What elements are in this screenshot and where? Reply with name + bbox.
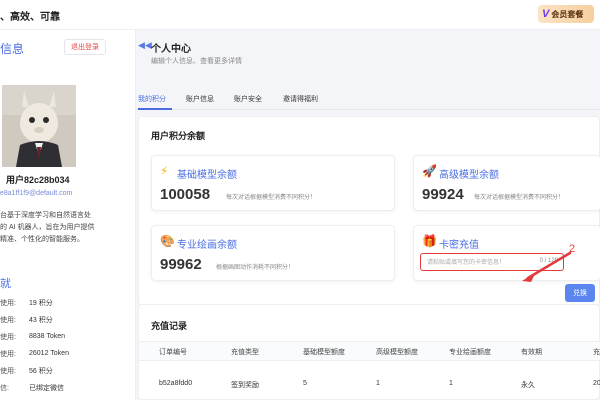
advanced-model-card: 🚀 高级模型余额 99924 每次对话根据模型消费不同积分！ — [413, 155, 600, 211]
drawing-card: 🎨 专业绘画余额 99962 根据画图动作消耗不同积分！ — [151, 225, 395, 281]
achievement-key: 使用: — [0, 299, 16, 307]
tab-invite-rewards[interactable]: 邀请得福利 — [283, 94, 318, 104]
achievement-value: 43 积分 — [29, 316, 53, 324]
achievement-value: 8838 Token — [29, 333, 66, 340]
column-header: 基础模型额度 — [303, 349, 345, 356]
table-cell: 1 — [376, 380, 380, 387]
table-cell: 5 — [303, 380, 307, 387]
table-cell: b52a8fdd0 — [159, 380, 193, 387]
table-row: b52a8fdd0 签到奖励 5 1 1 永久 20 — [139, 375, 600, 393]
achievement-row: 使用: 8838 Token — [0, 328, 130, 345]
vip-icon: V — [542, 8, 550, 20]
achievement-value: 19 积分 — [29, 299, 53, 307]
recharge-records-title: 充值记录 — [151, 321, 188, 331]
achievement-key: 使用: — [0, 367, 16, 375]
achievement-row: 使用: 26012 Token — [0, 345, 130, 362]
advanced-model-label: 高级模型余额 — [439, 170, 499, 181]
column-header: 订单编号 — [159, 349, 187, 356]
achievements-list: 使用: 19 积分 使用: 43 积分 使用: 8838 Token 使用: 26012… — [0, 294, 130, 396]
avatar-image — [2, 85, 76, 167]
advanced-model-value: 99924 — [422, 186, 464, 203]
bio-line: 台基于深度学习和自然语言处 — [0, 212, 91, 219]
tab-account-security[interactable]: 账户安全 — [234, 94, 262, 104]
basic-model-value: 100058 — [160, 186, 211, 203]
bio-line: 精准、个性化的智能服务。 — [0, 236, 84, 243]
achievement-row: 使用: 56 积分 — [0, 362, 130, 379]
table-cell: 永久 — [521, 382, 535, 389]
drawing-note: 根据画图动作消耗不同积分！ — [216, 265, 295, 271]
basic-model-note: 每次对话根据模型消费不同积分！ — [226, 195, 317, 201]
achievement-row: 使用: 43 积分 — [0, 311, 130, 328]
achievement-value: 26012 Token — [29, 350, 69, 357]
recharge-records-panel: 充值记录 订单编号 充值类型 基础模型额度 高级模型额度 专业绘画额度 有效期 … — [138, 304, 600, 400]
card-key-input[interactable] — [427, 257, 527, 268]
card-key-label: 卡密充值 — [439, 240, 479, 251]
vip-plan-button[interactable]: V 会员套餐 — [538, 5, 594, 23]
achievement-key: 使用: — [0, 350, 16, 358]
column-header: 有效期 — [521, 349, 542, 356]
site-tagline: 、高效、可靠 — [0, 12, 60, 23]
vip-plan-label: 会员套餐 — [551, 9, 584, 19]
achievement-row: 使用: 19 积分 — [0, 294, 130, 311]
column-header: 专业绘画额度 — [449, 349, 491, 356]
arrow-left-icon[interactable]: ◀◀ — [138, 40, 152, 51]
palette-icon: 🎨 — [160, 234, 175, 248]
username: 用户82c28b034 — [6, 175, 70, 185]
achievement-key: 使用: — [0, 316, 16, 324]
achievement-key: 信: — [0, 384, 9, 392]
profile-sidebar: 信息 退出登录 用户82c28b034 e8a1ff1f9@default.co… — [0, 30, 136, 400]
table-cell: 1 — [449, 380, 453, 387]
top-bar: 、高效、可靠 V 会员套餐 — [0, 0, 600, 30]
user-email: e8a1ff1f9@default.com — [0, 190, 73, 197]
points-balance-title: 用户积分余额 — [151, 131, 206, 141]
page-subtitle: 编辑个人信息、查看更多详情 — [151, 58, 242, 65]
redeem-button[interactable]: 兑换 — [565, 284, 595, 302]
advanced-model-note: 每次对话根据模型消费不同积分！ — [474, 195, 565, 201]
avatar[interactable] — [2, 85, 76, 167]
basic-model-label: 基础模型余额 — [177, 170, 237, 181]
gift-card-icon: 🎁 — [422, 234, 437, 248]
tab-my-points[interactable]: 我的积分 — [138, 94, 166, 104]
tab-account-info[interactable]: 账户信息 — [186, 94, 214, 104]
table-header: 订单编号 充值类型 基础模型额度 高级模型额度 专业绘画额度 有效期 充 — [139, 341, 600, 361]
bio-line: 的 AI 机器人，旨在为用户提供 — [0, 224, 95, 231]
column-header: 充值类型 — [231, 349, 259, 356]
basic-model-card: ⚡ 基础模型余额 100058 每次对话根据模型消费不同积分！ — [151, 155, 395, 211]
lightning-icon: ⚡ — [160, 164, 169, 178]
column-header: 高级模型额度 — [376, 349, 418, 356]
main-content: ◀◀ 个人中心 编辑个人信息、查看更多详情 我的积分 账户信息 账户安全 邀请得… — [136, 30, 600, 400]
active-tab-indicator — [138, 108, 172, 110]
table-cell: 20 — [593, 380, 600, 387]
rocket-icon: 🚀 — [422, 164, 437, 178]
annotation-arrow-icon — [522, 251, 572, 282]
achievement-row: 信: 已绑定微信 — [0, 379, 130, 396]
achievements-title: 就 — [0, 278, 11, 290]
drawing-value: 99962 — [160, 256, 202, 273]
logout-button[interactable]: 退出登录 — [64, 39, 106, 55]
user-bio: 台基于深度学习和自然语言处 的 AI 机器人，旨在为用户提供 精准、个性化的智能… — [0, 210, 104, 246]
table-cell: 签到奖励 — [231, 382, 259, 389]
achievement-value: 56 积分 — [29, 367, 53, 375]
drawing-label: 专业绘画余额 — [177, 240, 237, 251]
sidebar-title: 信息 — [0, 42, 25, 56]
column-header: 充 — [593, 349, 600, 356]
achievement-key: 使用: — [0, 333, 16, 341]
page-title: 个人中心 — [151, 44, 191, 55]
achievement-value: 已绑定微信 — [29, 384, 64, 392]
tab-bar: 我的积分 账户信息 账户安全 邀请得福利 — [136, 90, 600, 110]
